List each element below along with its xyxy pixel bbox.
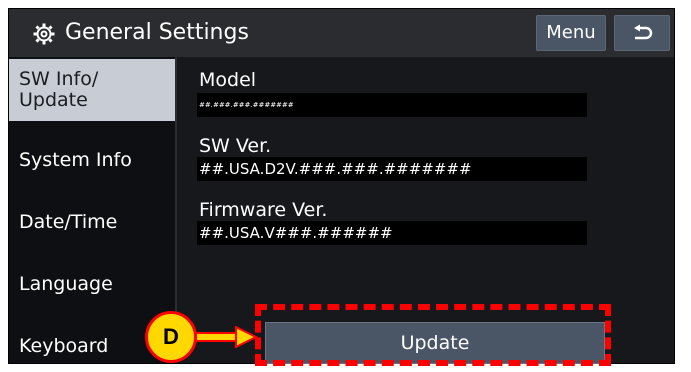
page-title: General Settings <box>65 20 249 45</box>
menu-button[interactable]: Menu <box>536 15 606 51</box>
sw-version-label: SW Ver. <box>199 135 272 157</box>
header-bar: General Settings Menu <box>9 9 674 57</box>
model-value: ##.###.###.####### <box>197 93 587 117</box>
sidebar-item-system-info[interactable]: System Info <box>9 129 175 191</box>
firmware-version-value: ##.USA.V###.###### <box>197 221 587 245</box>
firmware-version-label: Firmware Ver. <box>199 199 328 221</box>
sidebar-item-sw-info-update[interactable]: SW Info/ Update <box>9 59 175 121</box>
back-button[interactable] <box>614 15 670 51</box>
callout-arrow-icon <box>196 326 258 348</box>
sw-version-value: ##.USA.D2V.###.###.####### <box>197 157 587 181</box>
sidebar-item-date-time[interactable]: Date/Time <box>9 191 175 253</box>
back-arrow-icon <box>634 24 653 40</box>
model-label: Model <box>199 69 257 91</box>
callout-badge: D <box>145 311 197 363</box>
sidebar-item-language[interactable]: Language <box>9 253 175 315</box>
gear-icon <box>33 23 55 45</box>
highlight-box <box>255 304 611 366</box>
